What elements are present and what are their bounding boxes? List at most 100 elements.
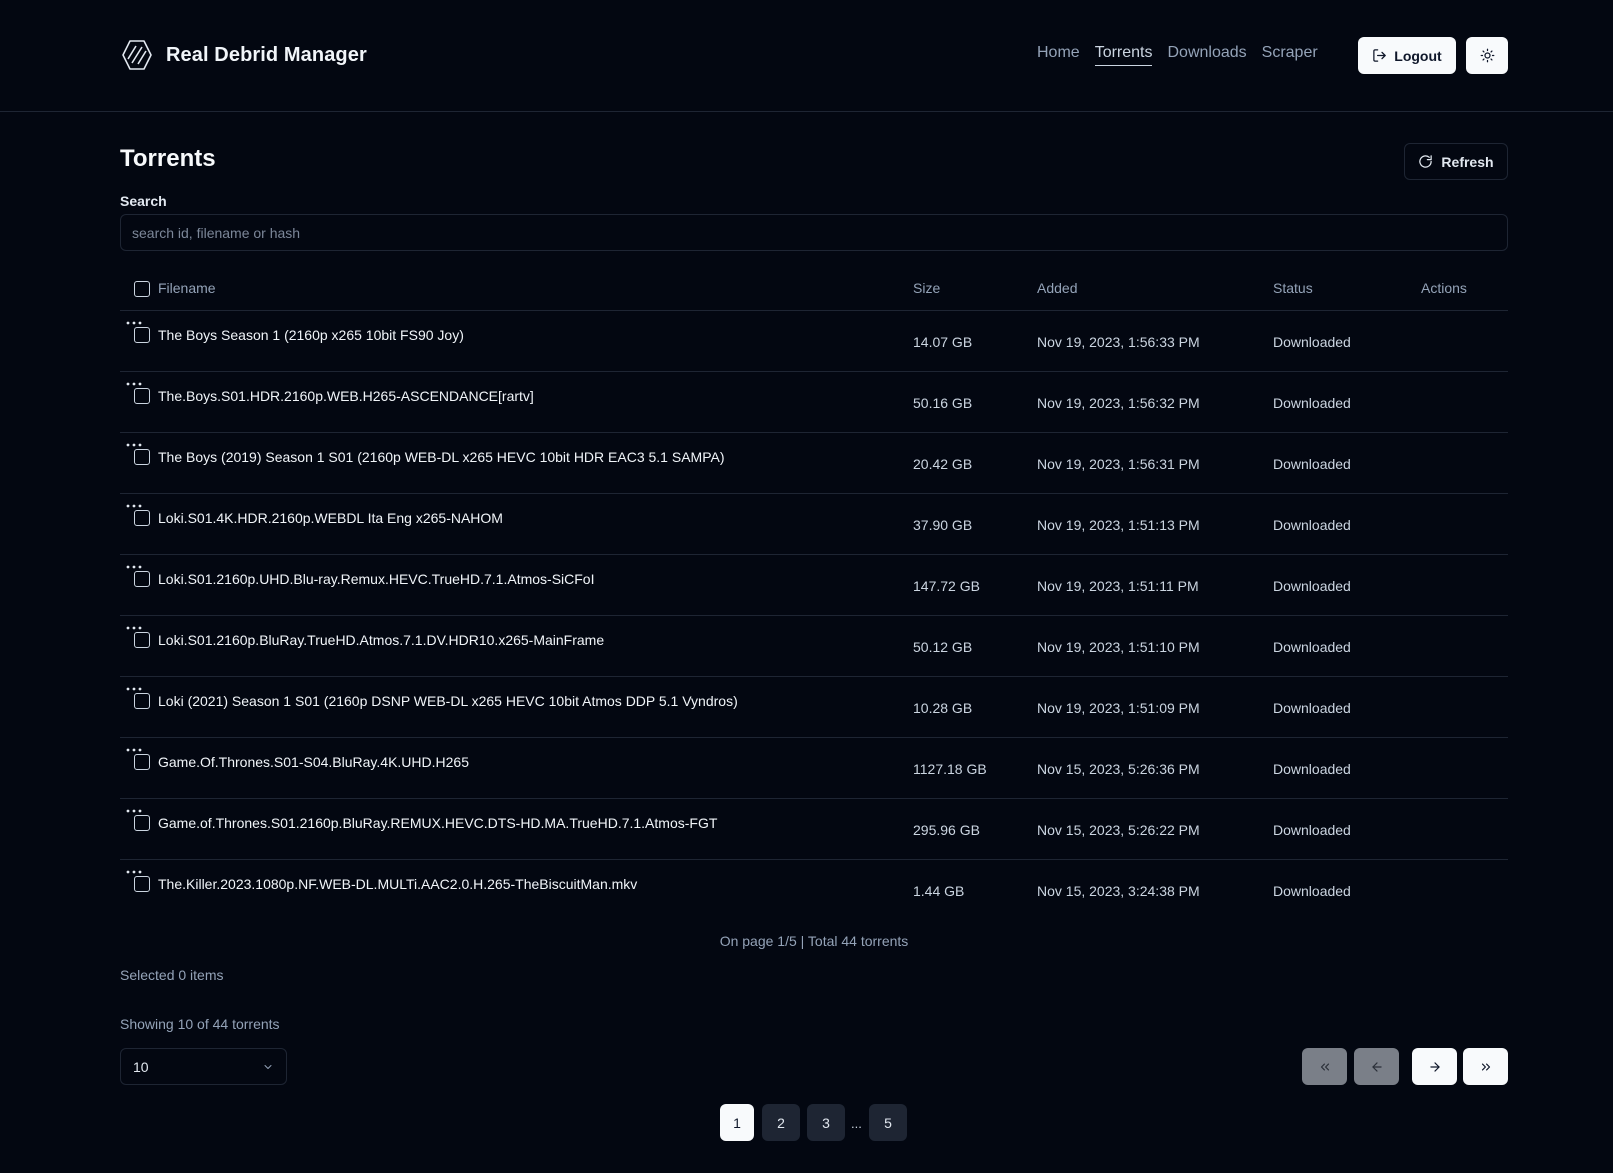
table-row[interactable]: The.Killer.2023.1080p.NF.WEB-DL.MULTi.AA… [120,860,1508,921]
cell-added: Nov 19, 2023, 1:51:13 PM [1037,517,1200,533]
cell-size: 295.96 GB [913,822,980,838]
row-checkbox[interactable] [134,815,150,831]
row-checkbox[interactable] [134,632,150,648]
previous-page-button[interactable] [1354,1048,1399,1085]
last-page-button[interactable] [1463,1048,1508,1085]
nav-home[interactable]: Home [1037,44,1080,66]
row-checkbox[interactable] [134,327,150,343]
brand-title: Real Debrid Manager [166,43,367,66]
table-header: Filename Size Added Status Actions [120,268,1508,311]
row-checkbox[interactable] [134,876,150,892]
table-row[interactable]: Loki (2021) Season 1 S01 (2160p DSNP WEB… [120,677,1508,738]
main-nav: Home Torrents Downloads Scraper [1037,44,1318,66]
table-row[interactable]: Game.of.Thrones.S01.2160p.BluRay.REMUX.H… [120,799,1508,860]
sun-icon [1480,48,1494,63]
first-page-button[interactable] [1302,1048,1347,1085]
ellipsis-icon [126,443,142,447]
cell-size: 50.12 GB [913,639,973,655]
logout-button[interactable]: Logout [1358,37,1456,74]
select-all-checkbox[interactable] [134,281,150,297]
theme-toggle-button[interactable] [1466,37,1508,74]
cell-size: 1127.18 GB [913,761,987,777]
arrow-right-icon [1429,1061,1440,1072]
column-header-size[interactable]: Size [913,280,940,296]
ellipsis-icon [126,504,142,508]
cell-size: 37.90 GB [913,517,973,533]
ellipsis-icon [126,870,142,874]
table-row[interactable]: Loki.S01.2160p.UHD.Blu-ray.Remux.HEVC.Tr… [120,555,1508,616]
selected-count: Selected 0 items [120,967,224,983]
refresh-icon [1419,155,1433,168]
row-checkbox[interactable] [134,388,150,404]
table-row[interactable]: The Boys (2019) Season 1 S01 (2160p WEB-… [120,433,1508,494]
cell-status: Downloaded [1273,395,1351,411]
chevrons-right-icon [1481,1063,1490,1070]
nav-downloads[interactable]: Downloads [1167,44,1246,66]
row-checkbox[interactable] [134,571,150,587]
cell-filename: The Boys Season 1 (2160p x265 10bit FS90… [158,327,464,343]
column-header-filename[interactable]: Filename [158,280,216,296]
cell-filename: The Boys (2019) Season 1 S01 (2160p WEB-… [158,449,725,465]
refresh-button[interactable]: Refresh [1404,143,1508,180]
torrents-table: Filename Size Added Status Actions The B… [120,268,1508,921]
page-button-3[interactable]: 3 [807,1104,845,1141]
cell-filename: The.Killer.2023.1080p.NF.WEB-DL.MULTi.AA… [158,876,638,892]
page-size-value: 10 [133,1058,149,1075]
ellipsis-icon [126,687,142,691]
search-input[interactable] [120,214,1508,251]
logout-label: Logout [1394,47,1442,64]
cell-status: Downloaded [1273,761,1351,777]
cell-added: Nov 15, 2023, 5:26:36 PM [1037,761,1200,777]
column-header-actions: Actions [1421,280,1467,296]
cell-status: Downloaded [1273,456,1351,472]
page-button-1[interactable]: 1 [720,1104,754,1141]
cell-added: Nov 19, 2023, 1:56:33 PM [1037,334,1200,350]
page-title: Torrents [120,145,216,172]
next-page-button[interactable] [1412,1048,1457,1085]
cell-added: Nov 19, 2023, 1:51:09 PM [1037,700,1200,716]
cell-status: Downloaded [1273,578,1351,594]
arrow-left-icon [1371,1061,1382,1072]
cell-added: Nov 19, 2023, 1:56:32 PM [1037,395,1200,411]
table-row[interactable]: The Boys Season 1 (2160p x265 10bit FS90… [120,311,1508,372]
nav-torrents[interactable]: Torrents [1094,44,1153,66]
page-size-select[interactable]: 10 [120,1048,287,1085]
row-checkbox[interactable] [134,754,150,770]
cell-added: Nov 19, 2023, 1:51:11 PM [1037,578,1199,594]
cell-size: 10.28 GB [913,700,973,716]
pagination-ellipsis: ... [851,1116,862,1131]
page-button-5[interactable]: 5 [869,1104,907,1141]
row-checkbox[interactable] [134,510,150,526]
cell-status: Downloaded [1273,700,1351,716]
table-row[interactable]: The.Boys.S01.HDR.2160p.WEB.H265-ASCENDAN… [120,372,1508,433]
cell-size: 1.44 GB [913,883,965,899]
table-row[interactable]: Game.Of.Thrones.S01-S04.BluRay.4K.UHD.H2… [120,738,1508,799]
chevron-down-icon [264,1064,272,1069]
row-checkbox[interactable] [134,449,150,465]
column-header-status[interactable]: Status [1273,280,1313,296]
chevrons-left-icon [1320,1063,1329,1070]
page-button-2[interactable]: 2 [762,1104,800,1141]
table-row[interactable]: Loki.S01.4K.HDR.2160p.WEBDL Ita Eng x265… [120,494,1508,555]
table-row[interactable]: Loki.S01.2160p.BluRay.TrueHD.Atmos.7.1.D… [120,616,1508,677]
showing-count: Showing 10 of 44 torrents [120,1016,280,1032]
cell-status: Downloaded [1273,517,1351,533]
ellipsis-icon [126,565,142,569]
cell-added: Nov 19, 2023, 1:51:10 PM [1037,639,1200,655]
cell-filename: Loki.S01.2160p.BluRay.TrueHD.Atmos.7.1.D… [158,632,605,648]
column-header-added[interactable]: Added [1037,280,1077,296]
search-label: Search [120,193,167,209]
page-info: On page 1/5 | Total 44 torrents [719,933,909,949]
logo-icon [122,40,152,70]
cell-filename: Loki.S01.2160p.UHD.Blu-ray.Remux.HEVC.Tr… [158,571,595,587]
nav-scraper[interactable]: Scraper [1262,44,1318,66]
cell-added: Nov 15, 2023, 3:24:38 PM [1037,883,1200,899]
ellipsis-icon [126,626,142,630]
cell-status: Downloaded [1273,639,1351,655]
ellipsis-icon [126,809,142,813]
cell-size: 50.16 GB [913,395,973,411]
cell-filename: Game.of.Thrones.S01.2160p.BluRay.REMUX.H… [158,815,718,831]
row-checkbox[interactable] [134,693,150,709]
ellipsis-icon [126,382,142,386]
brand[interactable]: Real Debrid Manager [120,38,367,72]
